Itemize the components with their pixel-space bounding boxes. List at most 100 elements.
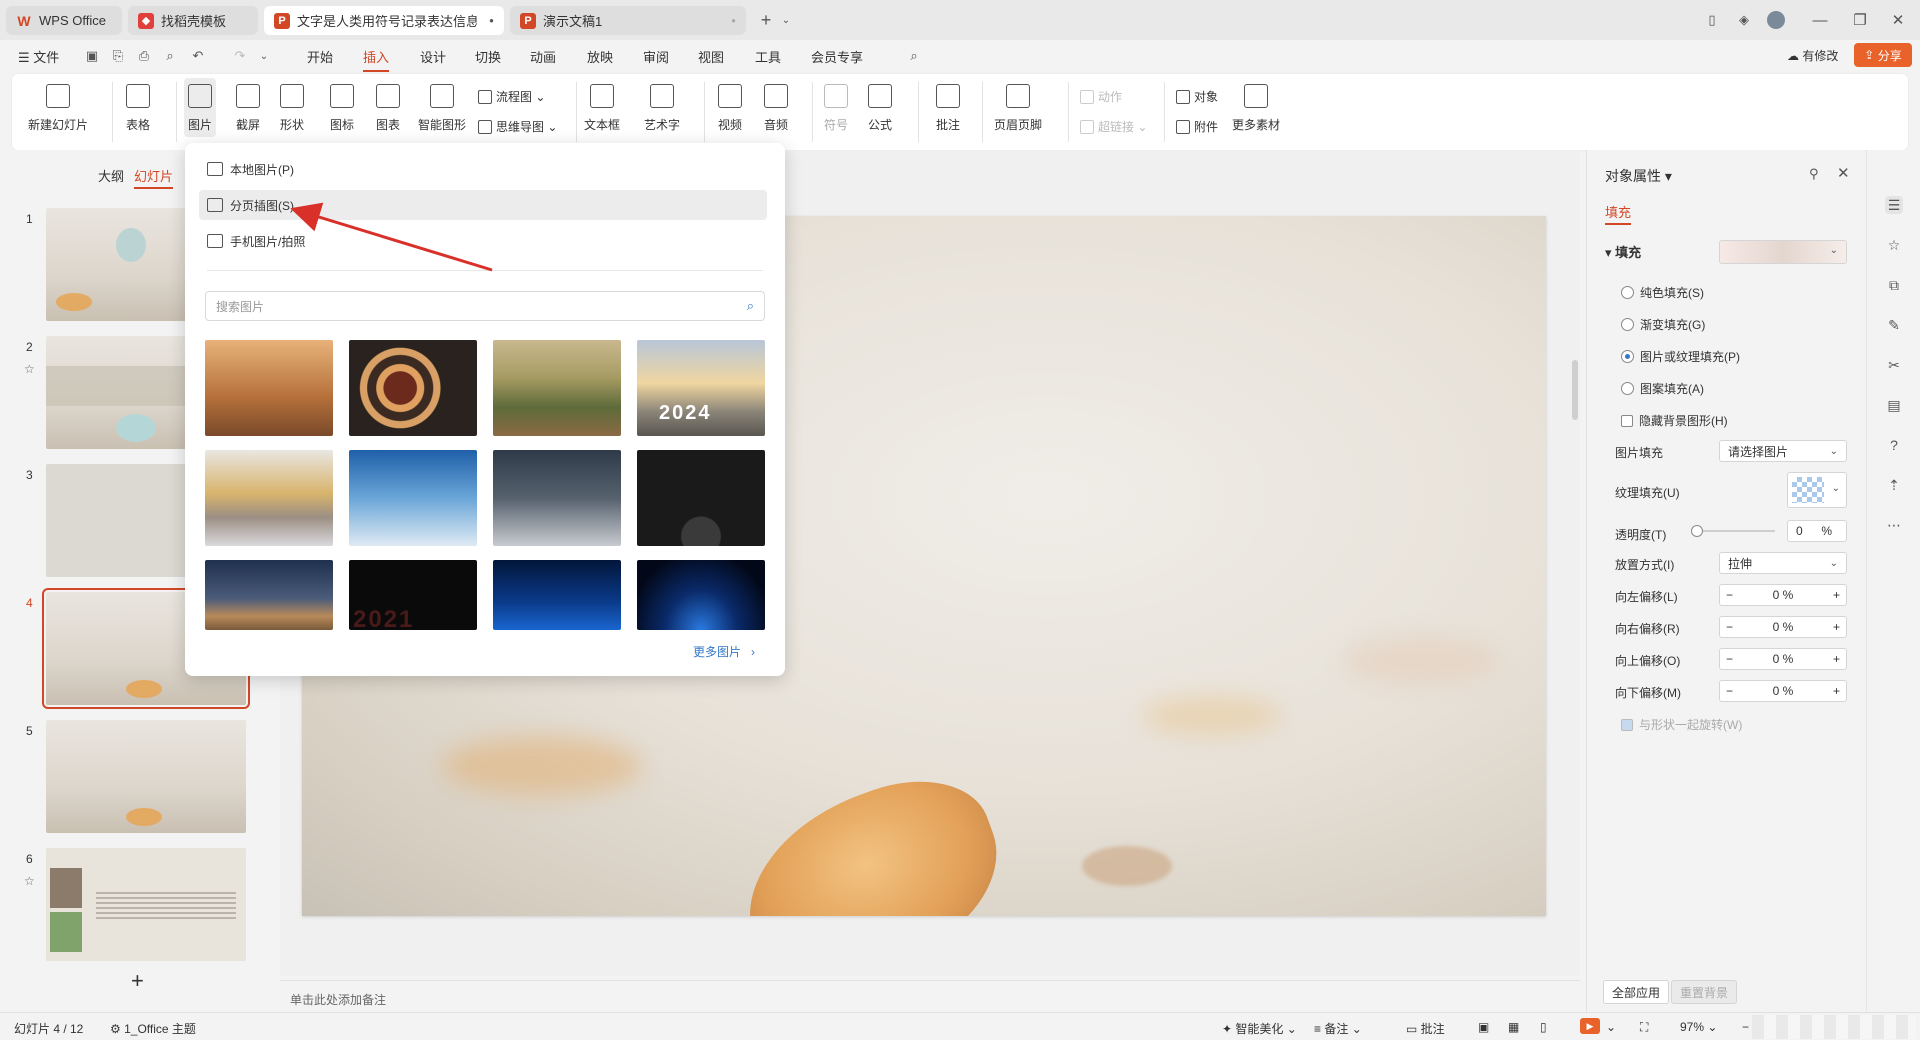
- placement-select[interactable]: 拉伸 ⌄: [1719, 552, 1847, 574]
- table-button[interactable]: 表格: [126, 84, 150, 133]
- play-slideshow-icon[interactable]: ▶: [1580, 1018, 1600, 1034]
- offset-left-stepper[interactable]: − 0 % +: [1719, 584, 1847, 606]
- apply-all-button[interactable]: 全部应用: [1603, 980, 1670, 1004]
- texture-fill-select[interactable]: ⌄: [1787, 472, 1847, 508]
- stock-image-snow-forest[interactable]: [205, 450, 333, 546]
- reading-view-icon[interactable]: ▯: [1540, 1020, 1547, 1034]
- menu-view[interactable]: 视图: [698, 47, 724, 66]
- picture-fill-select[interactable]: 请选择图片 ⌄: [1719, 440, 1847, 462]
- more-icon[interactable]: ⋯: [1885, 516, 1903, 534]
- hyperlink-button[interactable]: 超链接 ⌄: [1080, 118, 1147, 135]
- play-options-chevron-icon[interactable]: ⌄: [1606, 1020, 1616, 1034]
- avatar[interactable]: [1764, 8, 1788, 32]
- plus-icon[interactable]: +: [1833, 652, 1840, 666]
- tab-wps-office[interactable]: W WPS Office: [6, 6, 122, 35]
- pattern-fill-radio[interactable]: 图案填充(A): [1621, 380, 1704, 397]
- search-icon[interactable]: ⌕: [747, 298, 754, 314]
- tools-icon[interactable]: ✂: [1885, 356, 1903, 374]
- minus-icon[interactable]: −: [1726, 588, 1733, 602]
- new-slide-button[interactable]: 新建幻灯片: [28, 84, 88, 133]
- smart-beautify-button[interactable]: ✦ 智能美化 ⌄: [1222, 1020, 1297, 1037]
- theme-indicator[interactable]: ⚙ 1_Office 主题: [110, 1020, 196, 1037]
- rotate-with-shape-checkbox[interactable]: 与形状一起旋转(W): [1621, 716, 1742, 733]
- phone-picture-item[interactable]: 手机图片/拍照: [199, 226, 767, 256]
- star-icon[interactable]: ☆: [24, 874, 35, 888]
- backup-icon[interactable]: ⇡: [1885, 476, 1903, 494]
- stock-image-target[interactable]: [349, 340, 477, 436]
- tab-fill[interactable]: 填充: [1605, 202, 1632, 225]
- menu-insert[interactable]: 插入: [363, 47, 390, 72]
- chart-button[interactable]: 图表: [376, 84, 400, 133]
- stock-image-horse[interactable]: [205, 340, 333, 436]
- plus-icon[interactable]: +: [1833, 588, 1840, 602]
- minus-icon[interactable]: −: [1726, 620, 1733, 634]
- menu-design[interactable]: 设计: [420, 47, 446, 66]
- fill-section-header[interactable]: ▾ 填充: [1605, 242, 1641, 261]
- minus-icon[interactable]: −: [1726, 652, 1733, 666]
- transparency-slider[interactable]: [1691, 525, 1775, 537]
- wordart-button[interactable]: 艺术字: [644, 84, 680, 133]
- tab-dot-icon[interactable]: ●: [731, 16, 736, 25]
- stock-image-businessman[interactable]: [493, 450, 621, 546]
- menu-tools[interactable]: 工具: [755, 47, 781, 66]
- stock-image-tech-blue[interactable]: [493, 560, 621, 630]
- local-picture-item[interactable]: 本地图片(P): [199, 154, 767, 184]
- share-button[interactable]: ⇪ 分享: [1854, 43, 1912, 67]
- pin-icon[interactable]: ⚲: [1809, 166, 1819, 182]
- print-icon[interactable]: ⎙: [136, 48, 152, 64]
- formula-button[interactable]: 公式: [868, 84, 892, 133]
- more-material-button[interactable]: 更多素材: [1232, 84, 1280, 133]
- plus-icon[interactable]: +: [1833, 620, 1840, 634]
- picture-texture-fill-radio[interactable]: 图片或纹理填充(P): [1621, 348, 1740, 365]
- layout-icon[interactable]: ▯: [1700, 8, 1724, 32]
- stock-image-fields[interactable]: [493, 340, 621, 436]
- stock-image-snowboard[interactable]: [349, 450, 477, 546]
- offset-up-stepper[interactable]: − 0 % +: [1719, 648, 1847, 670]
- search-icon[interactable]: ⌕: [906, 48, 922, 64]
- close-panel-icon[interactable]: ✕: [1837, 164, 1850, 182]
- comments-toggle[interactable]: ▭ 批注: [1406, 1020, 1445, 1037]
- sorter-view-icon[interactable]: ▦: [1508, 1020, 1519, 1034]
- help-icon[interactable]: ?: [1885, 436, 1903, 454]
- icon-button[interactable]: 图标: [330, 84, 354, 133]
- export-icon[interactable]: ⎘: [110, 48, 126, 64]
- more-pictures-link[interactable]: 更多图片 ›: [693, 643, 755, 660]
- attachment-button[interactable]: 附件: [1176, 118, 1218, 135]
- zoom-level[interactable]: 97% ⌄: [1680, 1020, 1717, 1034]
- tab-outline[interactable]: 大纲: [98, 166, 124, 185]
- tab-slides[interactable]: 幻灯片: [134, 166, 174, 189]
- menu-animation[interactable]: 动画: [530, 47, 556, 66]
- flowchart-button[interactable]: 流程图 ⌄: [478, 88, 545, 105]
- offset-right-stepper[interactable]: − 0 % +: [1719, 616, 1847, 638]
- slider-handle[interactable]: [1691, 525, 1703, 537]
- slide-thumbnail-6[interactable]: [46, 848, 246, 961]
- audio-button[interactable]: 音频: [764, 84, 788, 133]
- menu-home[interactable]: 开始: [307, 47, 333, 66]
- video-button[interactable]: 视频: [718, 84, 742, 133]
- redo-icon[interactable]: ↷: [232, 48, 248, 64]
- cube-icon[interactable]: ◈: [1732, 8, 1756, 32]
- menu-review[interactable]: 审阅: [643, 47, 669, 66]
- paged-illustration-item[interactable]: 分页插图(S): [199, 190, 767, 220]
- stock-image-road-2024[interactable]: 2024: [637, 340, 765, 436]
- save-icon[interactable]: ▣: [84, 48, 100, 64]
- symbol-button[interactable]: 符号: [824, 84, 848, 133]
- hide-bg-checkbox[interactable]: 隐藏背景图形(H): [1621, 412, 1728, 429]
- star-icon[interactable]: ☆: [1885, 236, 1903, 254]
- print-preview-icon[interactable]: ⌕: [162, 48, 178, 64]
- edit-image-icon[interactable]: ✎: [1885, 316, 1903, 334]
- canvas-scrollbar[interactable]: [1572, 150, 1580, 976]
- reset-background-button[interactable]: 重置背景: [1671, 980, 1738, 1004]
- notes-input[interactable]: 单击此处添加备注: [280, 980, 1580, 1012]
- star-icon[interactable]: ☆: [24, 362, 35, 376]
- shape-button[interactable]: 形状: [280, 84, 304, 133]
- menu-member[interactable]: 会员专享: [811, 47, 863, 66]
- smart-graphic-button[interactable]: 智能图形: [418, 84, 466, 133]
- comment-button[interactable]: 批注: [936, 84, 960, 133]
- picture-search-input[interactable]: 搜索图片 ⌕: [205, 291, 765, 321]
- modified-indicator[interactable]: ☁ 有修改: [1787, 47, 1838, 64]
- menu-slideshow[interactable]: 放映: [587, 47, 613, 66]
- transparency-input[interactable]: 0%: [1787, 520, 1847, 542]
- menu-transition[interactable]: 切换: [475, 47, 501, 66]
- zoom-out-icon[interactable]: −: [1742, 1020, 1749, 1034]
